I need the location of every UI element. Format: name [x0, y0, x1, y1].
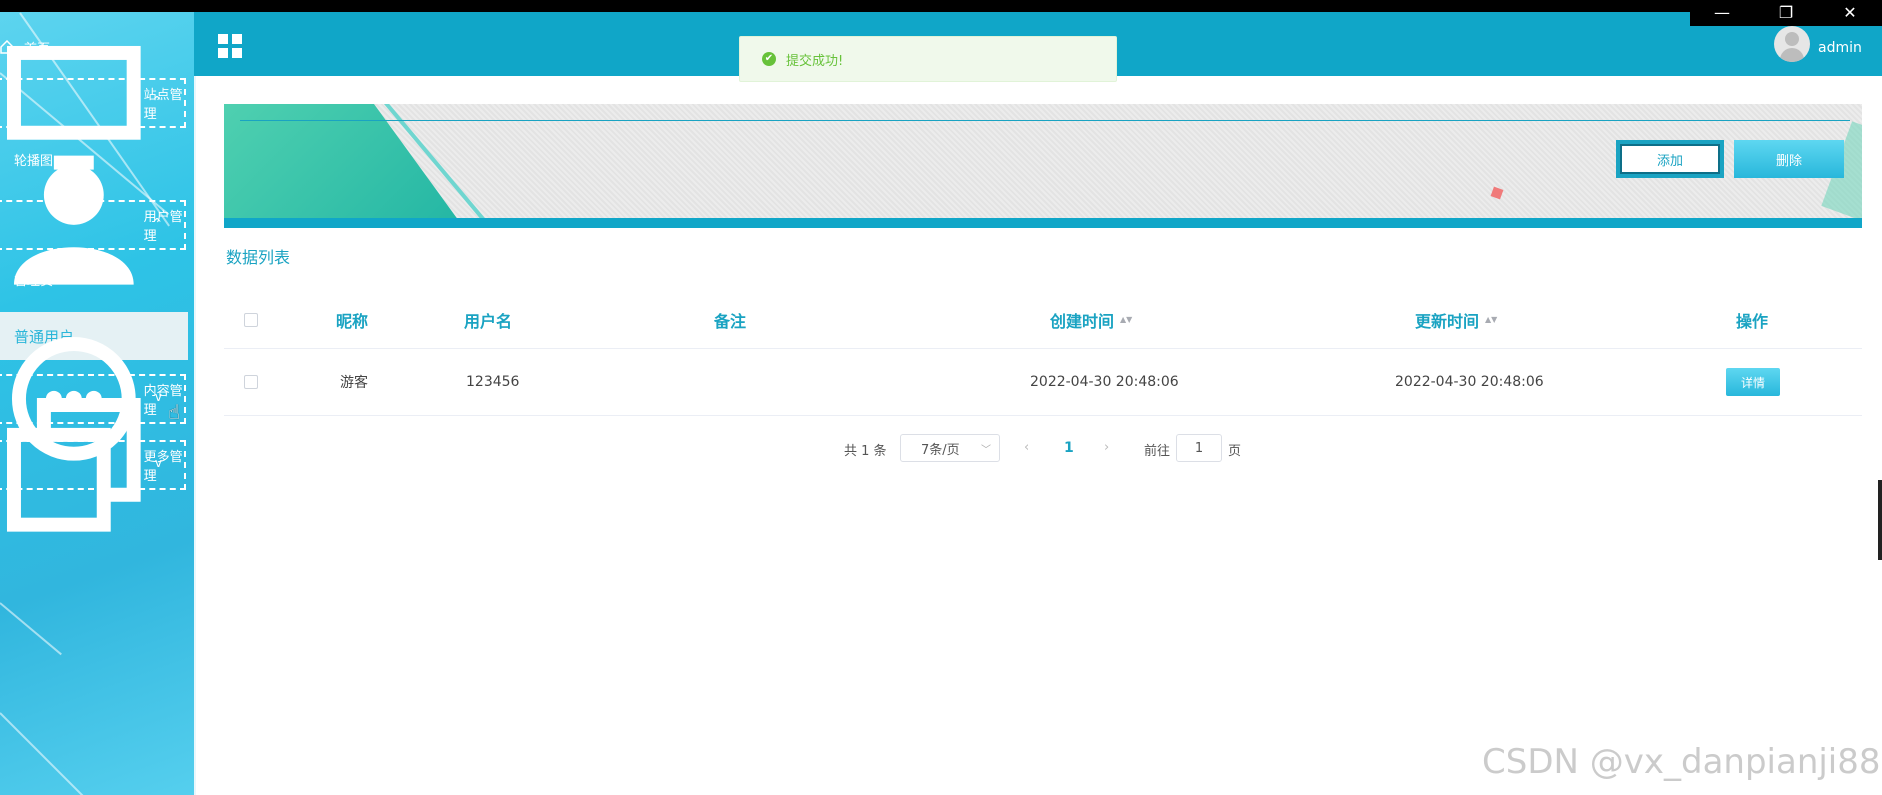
mouse-cursor-icon: ☝: [168, 400, 181, 424]
scrollbar[interactable]: [1878, 480, 1882, 560]
banner-decor: [1490, 186, 1504, 200]
chevron-down-icon: ﹀: [981, 445, 991, 456]
check-circle-icon: ✔: [762, 52, 776, 66]
sort-icon[interactable]: ▲▼: [1120, 316, 1132, 324]
top-black-strip: [0, 0, 1882, 12]
minimize-icon[interactable]: —: [1702, 5, 1742, 21]
goto-label: 前往: [1144, 444, 1171, 459]
list-title: 数据列表: [226, 248, 291, 267]
sidebar-group-more[interactable]: 更多管理 v: [0, 398, 186, 532]
decor-line: [0, 602, 62, 656]
chevron-down-icon: v: [154, 390, 162, 404]
cell-action: 详情: [1726, 349, 1780, 415]
sort-icon[interactable]: ▲▼: [1485, 316, 1497, 324]
column-header-nickname: 昵称: [336, 312, 369, 331]
success-toast: ✔ 提交成功!: [739, 36, 1117, 82]
avatar[interactable]: [1774, 26, 1810, 62]
next-page-icon[interactable]: ›: [1104, 440, 1109, 455]
sidebar-group-label: 更多管理: [143, 450, 183, 484]
pagination: 共 1 条 7条/页 ﹀ ‹ 1 › 前往 1 页: [202, 434, 1882, 464]
sidebar-group-users[interactable]: 用户管理 ^: [0, 165, 186, 285]
select-all-checkbox[interactable]: [244, 313, 258, 327]
page-size-value: 7条/页: [921, 442, 960, 458]
column-header-label: 创建时间: [1050, 312, 1115, 331]
chevron-up-icon: ^: [151, 94, 162, 108]
sidebar-item-admins[interactable]: 管理员: [14, 270, 53, 289]
banner-line: [240, 120, 1850, 121]
cell-nickname: 游客: [340, 375, 368, 391]
column-header-label: 更新时间: [1415, 312, 1480, 331]
window-controls: — ❐ ✕: [1690, 0, 1882, 26]
table-row: 游客 123456 2022-04-30 20:48:06 2022-04-30…: [224, 349, 1862, 416]
copy-icon: [6, 398, 141, 532]
toast-message: 提交成功!: [786, 53, 844, 69]
menu-grid-icon[interactable]: [218, 34, 242, 58]
cell-updated: 2022-04-30 20:48:06: [1395, 374, 1544, 390]
page-size-select[interactable]: 7条/页 ﹀: [900, 434, 1000, 462]
page-suffix: 页: [1228, 444, 1242, 459]
pagination-total: 共 1 条: [844, 444, 887, 459]
page-number-current[interactable]: 1: [1064, 440, 1074, 456]
sidebar-group-label: 用户管理: [143, 210, 183, 244]
sidebar: 首页 站点管理 ^ 轮播图 用户管理 ^ 管理员 普通用户 内容管理 v 更多管…: [0, 12, 196, 795]
column-header-action: 操作: [1736, 312, 1769, 331]
column-header-created[interactable]: 创建时间 ▲▼: [1050, 292, 1132, 348]
row-checkbox[interactable]: [244, 375, 258, 389]
row-select-cell: [244, 349, 258, 415]
delete-button[interactable]: 删除: [1734, 140, 1844, 178]
add-button[interactable]: 添加: [1616, 140, 1724, 178]
select-all-cell: [244, 292, 258, 348]
column-header-remark: 备注: [714, 312, 747, 331]
sidebar-group-site[interactable]: 站点管理 ^: [0, 46, 186, 170]
column-header-username: 用户名: [464, 312, 513, 331]
banner-decor: [224, 104, 464, 228]
column-header-updated[interactable]: 更新时间 ▲▼: [1415, 292, 1497, 348]
table-header: 昵称 用户名 备注 创建时间 ▲▼ 更新时间 ▲▼ 操作: [224, 292, 1862, 349]
detail-button[interactable]: 详情: [1726, 368, 1780, 396]
restore-icon[interactable]: ❐: [1766, 5, 1806, 21]
watermark: CSDN @vx_danpianji889: [1482, 742, 1882, 782]
close-icon[interactable]: ✕: [1830, 5, 1870, 21]
chevron-up-icon: ^: [151, 216, 162, 230]
decor-line: [0, 712, 100, 795]
sidebar-group-label: 站点管理: [143, 88, 183, 122]
prev-page-icon[interactable]: ‹: [1024, 440, 1029, 455]
cell-username: 123456: [466, 374, 520, 390]
chevron-down-icon: v: [154, 456, 162, 470]
username[interactable]: admin: [1818, 40, 1862, 56]
goto-page-input[interactable]: 1: [1176, 434, 1222, 462]
banner-bottom-bar: [224, 218, 1862, 228]
cell-created: 2022-04-30 20:48:06: [1030, 374, 1179, 390]
main-panel: 数据列表 昵称 用户名 备注 创建时间 ▲▼ 更新时间 ▲▼ 操作 游客 123…: [202, 84, 1882, 795]
